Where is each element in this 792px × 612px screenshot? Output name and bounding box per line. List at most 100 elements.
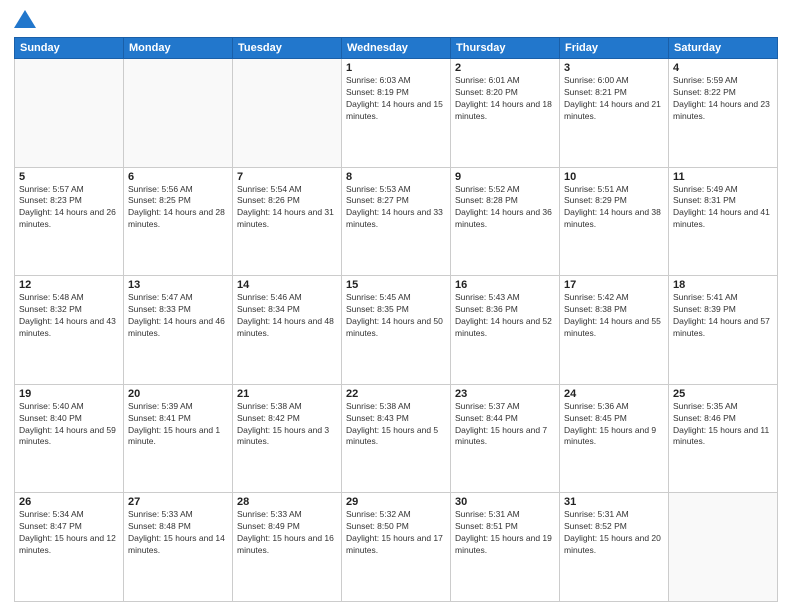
day-info: Sunrise: 5:40 AMSunset: 8:40 PMDaylight:… [19,401,119,449]
day-info: Sunrise: 5:38 AMSunset: 8:42 PMDaylight:… [237,401,337,449]
calendar-cell: 11Sunrise: 5:49 AMSunset: 8:31 PMDayligh… [669,167,778,276]
day-number: 27 [128,496,228,508]
day-number: 17 [564,279,664,291]
calendar-week-5: 26Sunrise: 5:34 AMSunset: 8:47 PMDayligh… [15,493,778,602]
calendar-cell: 19Sunrise: 5:40 AMSunset: 8:40 PMDayligh… [15,384,124,493]
calendar-cell: 5Sunrise: 5:57 AMSunset: 8:23 PMDaylight… [15,167,124,276]
day-info: Sunrise: 5:39 AMSunset: 8:41 PMDaylight:… [128,401,228,449]
weekday-header-tuesday: Tuesday [233,38,342,59]
day-info: Sunrise: 5:51 AMSunset: 8:29 PMDaylight:… [564,184,664,232]
weekday-header-monday: Monday [124,38,233,59]
day-number: 8 [346,171,446,183]
calendar-cell [669,493,778,602]
day-info: Sunrise: 5:57 AMSunset: 8:23 PMDaylight:… [19,184,119,232]
day-info: Sunrise: 5:33 AMSunset: 8:48 PMDaylight:… [128,509,228,557]
day-number: 9 [455,171,555,183]
calendar-cell: 25Sunrise: 5:35 AMSunset: 8:46 PMDayligh… [669,384,778,493]
calendar-cell: 16Sunrise: 5:43 AMSunset: 8:36 PMDayligh… [451,276,560,385]
calendar-cell: 17Sunrise: 5:42 AMSunset: 8:38 PMDayligh… [560,276,669,385]
day-number: 25 [673,388,773,400]
day-info: Sunrise: 5:38 AMSunset: 8:43 PMDaylight:… [346,401,446,449]
day-info: Sunrise: 5:32 AMSunset: 8:50 PMDaylight:… [346,509,446,557]
day-info: Sunrise: 5:34 AMSunset: 8:47 PMDaylight:… [19,509,119,557]
header [14,10,778,31]
day-info: Sunrise: 5:37 AMSunset: 8:44 PMDaylight:… [455,401,555,449]
weekday-header-saturday: Saturday [669,38,778,59]
day-number: 26 [19,496,119,508]
weekday-header-wednesday: Wednesday [342,38,451,59]
day-info: Sunrise: 5:47 AMSunset: 8:33 PMDaylight:… [128,292,228,340]
calendar-cell: 14Sunrise: 5:46 AMSunset: 8:34 PMDayligh… [233,276,342,385]
day-number: 31 [564,496,664,508]
day-info: Sunrise: 5:56 AMSunset: 8:25 PMDaylight:… [128,184,228,232]
calendar-cell [15,59,124,168]
day-number: 19 [19,388,119,400]
day-info: Sunrise: 5:35 AMSunset: 8:46 PMDaylight:… [673,401,773,449]
logo [14,10,36,31]
calendar-cell: 3Sunrise: 6:00 AMSunset: 8:21 PMDaylight… [560,59,669,168]
day-number: 1 [346,62,446,74]
calendar-cell: 13Sunrise: 5:47 AMSunset: 8:33 PMDayligh… [124,276,233,385]
day-number: 23 [455,388,555,400]
calendar-week-2: 5Sunrise: 5:57 AMSunset: 8:23 PMDaylight… [15,167,778,276]
day-number: 28 [237,496,337,508]
calendar-cell: 24Sunrise: 5:36 AMSunset: 8:45 PMDayligh… [560,384,669,493]
page: SundayMondayTuesdayWednesdayThursdayFrid… [0,0,792,612]
calendar-cell: 1Sunrise: 6:03 AMSunset: 8:19 PMDaylight… [342,59,451,168]
calendar-cell: 26Sunrise: 5:34 AMSunset: 8:47 PMDayligh… [15,493,124,602]
calendar-cell: 29Sunrise: 5:32 AMSunset: 8:50 PMDayligh… [342,493,451,602]
day-number: 11 [673,171,773,183]
weekday-header-friday: Friday [560,38,669,59]
calendar-cell: 7Sunrise: 5:54 AMSunset: 8:26 PMDaylight… [233,167,342,276]
day-number: 5 [19,171,119,183]
calendar-cell: 31Sunrise: 5:31 AMSunset: 8:52 PMDayligh… [560,493,669,602]
day-number: 21 [237,388,337,400]
day-info: Sunrise: 5:42 AMSunset: 8:38 PMDaylight:… [564,292,664,340]
calendar-week-1: 1Sunrise: 6:03 AMSunset: 8:19 PMDaylight… [15,59,778,168]
day-info: Sunrise: 5:52 AMSunset: 8:28 PMDaylight:… [455,184,555,232]
calendar-cell: 27Sunrise: 5:33 AMSunset: 8:48 PMDayligh… [124,493,233,602]
day-info: Sunrise: 5:31 AMSunset: 8:51 PMDaylight:… [455,509,555,557]
calendar-cell [233,59,342,168]
day-info: Sunrise: 5:43 AMSunset: 8:36 PMDaylight:… [455,292,555,340]
calendar-cell: 6Sunrise: 5:56 AMSunset: 8:25 PMDaylight… [124,167,233,276]
day-number: 30 [455,496,555,508]
logo-triangle-icon [14,10,36,28]
day-info: Sunrise: 5:49 AMSunset: 8:31 PMDaylight:… [673,184,773,232]
day-number: 4 [673,62,773,74]
day-info: Sunrise: 6:03 AMSunset: 8:19 PMDaylight:… [346,75,446,123]
calendar-cell: 4Sunrise: 5:59 AMSunset: 8:22 PMDaylight… [669,59,778,168]
day-number: 29 [346,496,446,508]
calendar-table: SundayMondayTuesdayWednesdayThursdayFrid… [14,37,778,602]
day-info: Sunrise: 5:33 AMSunset: 8:49 PMDaylight:… [237,509,337,557]
calendar-cell: 30Sunrise: 5:31 AMSunset: 8:51 PMDayligh… [451,493,560,602]
day-number: 24 [564,388,664,400]
calendar-cell: 21Sunrise: 5:38 AMSunset: 8:42 PMDayligh… [233,384,342,493]
calendar-week-3: 12Sunrise: 5:48 AMSunset: 8:32 PMDayligh… [15,276,778,385]
calendar-week-4: 19Sunrise: 5:40 AMSunset: 8:40 PMDayligh… [15,384,778,493]
weekday-header-sunday: Sunday [15,38,124,59]
day-number: 16 [455,279,555,291]
calendar-cell: 9Sunrise: 5:52 AMSunset: 8:28 PMDaylight… [451,167,560,276]
calendar-cell: 2Sunrise: 6:01 AMSunset: 8:20 PMDaylight… [451,59,560,168]
calendar-cell: 28Sunrise: 5:33 AMSunset: 8:49 PMDayligh… [233,493,342,602]
day-info: Sunrise: 5:45 AMSunset: 8:35 PMDaylight:… [346,292,446,340]
day-info: Sunrise: 6:01 AMSunset: 8:20 PMDaylight:… [455,75,555,123]
day-number: 2 [455,62,555,74]
day-info: Sunrise: 5:54 AMSunset: 8:26 PMDaylight:… [237,184,337,232]
calendar-cell: 23Sunrise: 5:37 AMSunset: 8:44 PMDayligh… [451,384,560,493]
day-number: 10 [564,171,664,183]
weekday-header-row: SundayMondayTuesdayWednesdayThursdayFrid… [15,38,778,59]
day-number: 6 [128,171,228,183]
calendar-cell: 20Sunrise: 5:39 AMSunset: 8:41 PMDayligh… [124,384,233,493]
day-number: 20 [128,388,228,400]
day-number: 15 [346,279,446,291]
day-number: 3 [564,62,664,74]
day-number: 22 [346,388,446,400]
calendar-cell: 12Sunrise: 5:48 AMSunset: 8:32 PMDayligh… [15,276,124,385]
day-info: Sunrise: 5:36 AMSunset: 8:45 PMDaylight:… [564,401,664,449]
day-number: 12 [19,279,119,291]
weekday-header-thursday: Thursday [451,38,560,59]
calendar-cell: 10Sunrise: 5:51 AMSunset: 8:29 PMDayligh… [560,167,669,276]
day-info: Sunrise: 5:46 AMSunset: 8:34 PMDaylight:… [237,292,337,340]
